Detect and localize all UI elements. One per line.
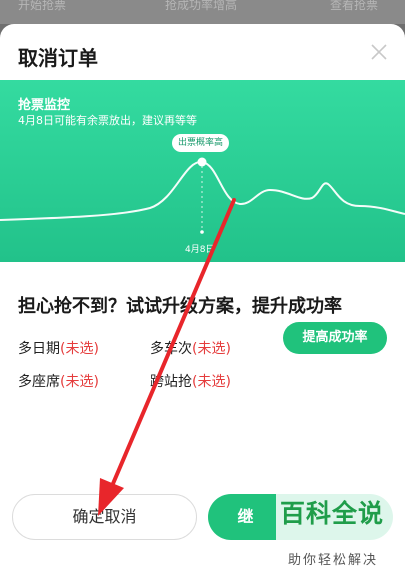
sheet-title: 取消订单 (18, 46, 98, 70)
option-status: (未选) (60, 341, 99, 357)
option-multi-train[interactable]: 多车次(未选) (150, 338, 231, 358)
option-label: 跨站抢 (150, 374, 192, 390)
background-header: 开始抢票 抢成功率增高 查看抢票 (0, 0, 405, 24)
ticket-monitor-panel: 抢票监控 4月8日可能有余票放出，建议再等等 出票概率高 4月8日 (0, 80, 405, 262)
watermark-slogan: 助你轻松解决 (288, 553, 379, 568)
confirm-cancel-button[interactable]: 确定取消 (12, 494, 197, 540)
upgrade-title: 担心抢不到？试试升级方案，提升成功率 (18, 296, 342, 317)
peak-tag: 出票概率高 (172, 134, 230, 152)
close-button[interactable] (367, 40, 391, 64)
option-status: (未选) (60, 374, 99, 390)
option-label: 多日期 (18, 341, 60, 357)
option-status: (未选) (192, 374, 231, 390)
date-label: 4月8日 (185, 245, 215, 255)
option-cross-station[interactable]: 跨站抢(未选) (150, 371, 231, 391)
option-label: 多车次 (150, 341, 192, 357)
boost-success-button[interactable]: 提高成功率 (283, 322, 387, 354)
peak-dot (197, 157, 207, 167)
date-dot (200, 230, 204, 234)
option-multi-seat[interactable]: 多座席(未选) (18, 371, 99, 391)
close-icon (371, 44, 387, 60)
option-status: (未选) (192, 341, 231, 357)
watermark-logo: 百科全说 (280, 499, 385, 528)
option-multi-date[interactable]: 多日期(未选) (18, 338, 99, 358)
option-label: 多座席 (18, 374, 60, 390)
monitor-subtitle: 4月8日可能有余票放出，建议再等等 (18, 114, 197, 127)
monitor-title: 抢票监控 (18, 98, 71, 113)
